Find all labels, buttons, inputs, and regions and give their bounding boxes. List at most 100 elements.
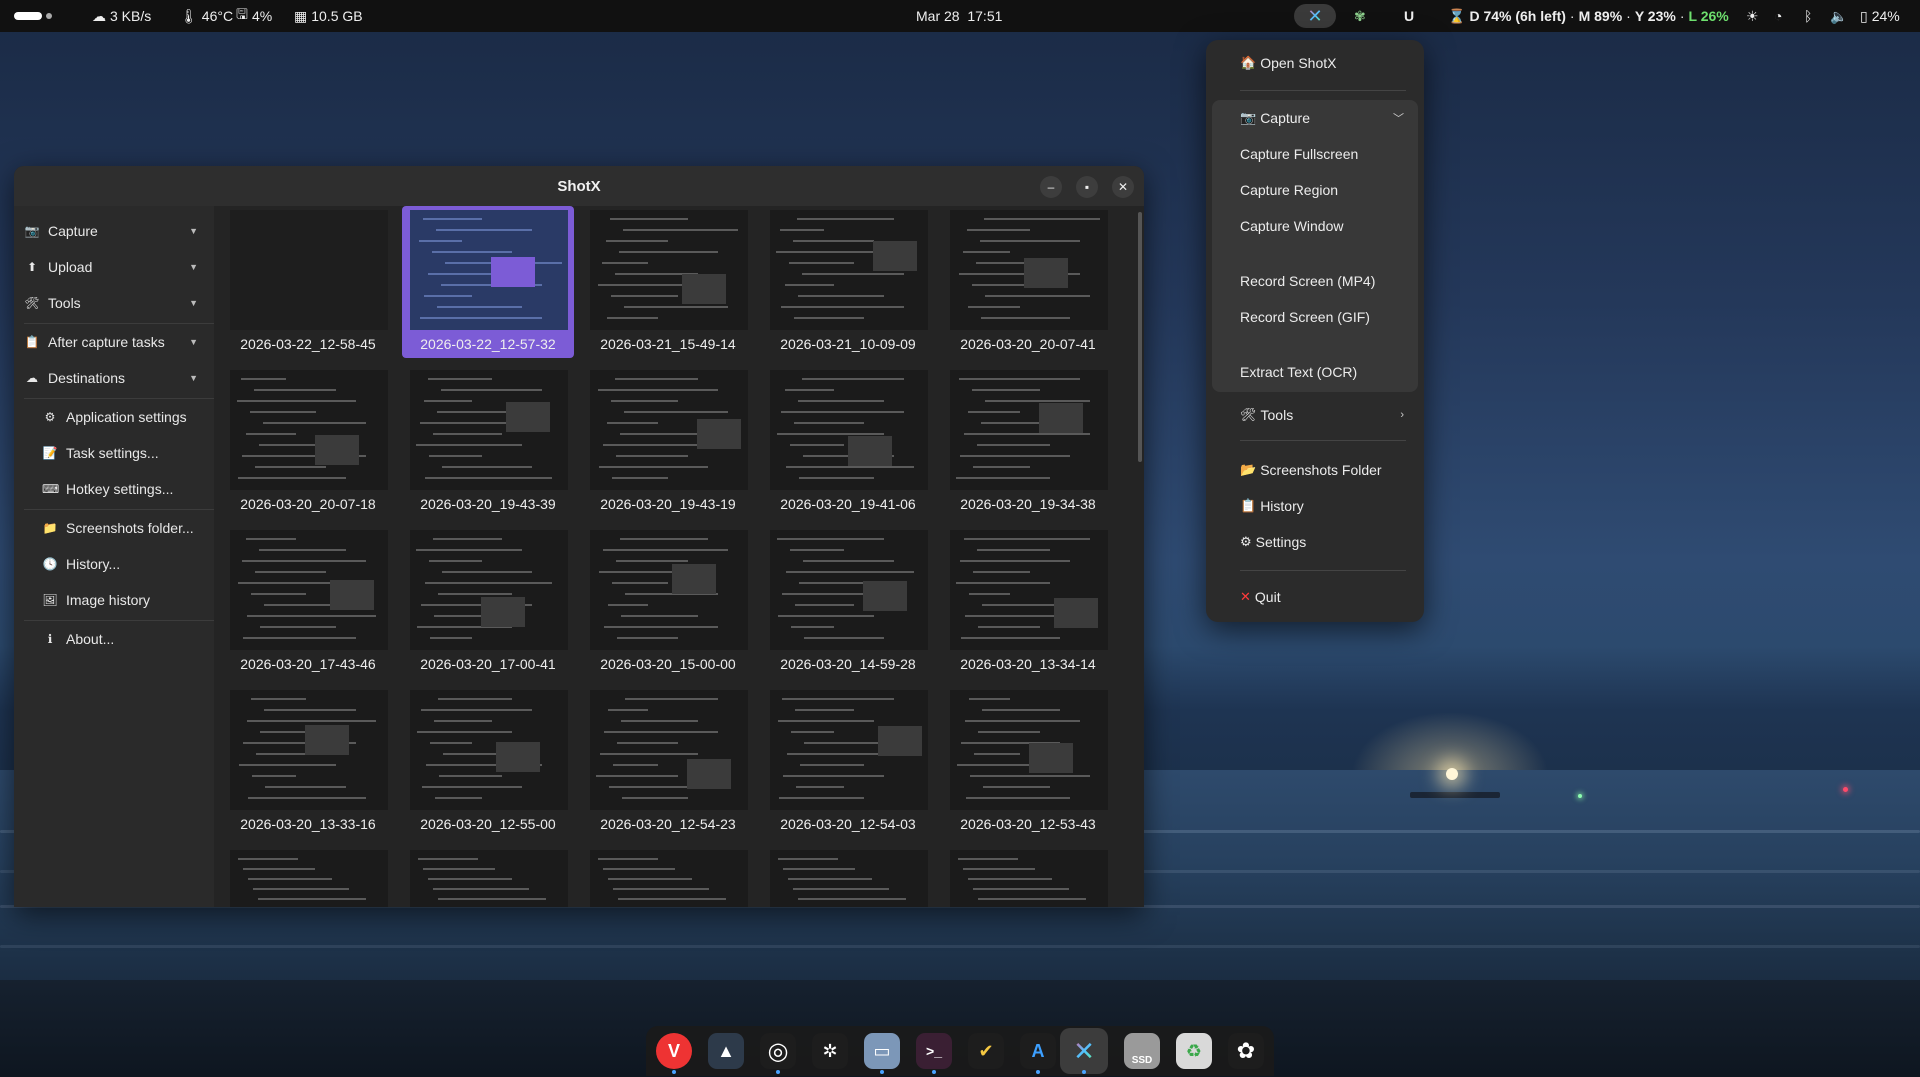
menu-record-mp4[interactable]: Record Screen (MP4)	[1206, 264, 1424, 298]
ssd-icon[interactable]: SSD	[1124, 1033, 1160, 1069]
thumbnail-line	[248, 878, 332, 880]
usage-indicator[interactable]: ⌛ D 74% (6h left) · M 89% · Y 23% · L 26…	[1448, 0, 1729, 32]
menu-tools[interactable]: 🛠 Tools ›	[1206, 398, 1424, 432]
target-icon[interactable]: ◎	[760, 1033, 796, 1069]
sidebar-item-app-settings[interactable]: ⚙ Application settings	[14, 400, 214, 434]
tray-icon-leaf[interactable]: ✾	[1354, 0, 1366, 32]
screenshot-item[interactable]: 2026-03-20_12-53-43	[942, 686, 1114, 838]
screenshot-item[interactable]: 2026-03-20_12-54-23	[582, 686, 754, 838]
sidebar-item-hotkey-settings[interactable]: ⌨ Hotkey settings...	[14, 472, 214, 506]
sidebar-item-destinations[interactable]: ☁ Destinations ▼	[14, 361, 214, 395]
screenshot-item[interactable]: 2026-03-20_20-07-41	[942, 206, 1114, 358]
network-speed[interactable]: ☁ 3 KB/s	[92, 0, 151, 32]
network-speed-value: 3 KB/s	[110, 8, 152, 24]
tray-icon-u[interactable]: U	[1404, 0, 1414, 32]
sidebar-divider	[24, 323, 214, 324]
screenshot-item[interactable]: 2026-03-20_14-59-28	[762, 526, 934, 678]
menu-open-shotx[interactable]: 🏠 Open ShotX	[1206, 46, 1424, 80]
screenshot-item[interactable]: 2026-03-20_19-34-38	[942, 366, 1114, 518]
screenshot-item[interactable]: 2026-03-20_17-00-41	[402, 526, 574, 678]
vivaldi-icon[interactable]: V	[656, 1033, 692, 1069]
workspace-indicator[interactable]	[14, 0, 52, 32]
temperature[interactable]: 🌡 46°C	[180, 0, 233, 32]
volume-icon: 🔈	[1830, 7, 1848, 24]
sidebar-item-after-capture[interactable]: 📋 After capture tasks ▼	[14, 325, 214, 359]
screenshot-item[interactable]: 2026-03-20_19-41-06	[762, 366, 934, 518]
menu-extract-text[interactable]: Extract Text (OCR)	[1206, 355, 1424, 389]
clock[interactable]: Mar 28 17:51	[916, 0, 1002, 32]
screenshot-item[interactable]: 2026-03-20_12-55-00	[402, 686, 574, 838]
sidebar-item-about[interactable]: ℹ About...	[14, 622, 214, 656]
maximize-button[interactable]: ▪	[1076, 176, 1098, 198]
check-icon[interactable]: ✔	[968, 1033, 1004, 1069]
sidebar-item-capture[interactable]: 📷 Capture ▼	[14, 214, 214, 248]
screenshot-item[interactable]: 2026-03-20_15-00-00	[582, 526, 754, 678]
screenshot-item[interactable]: 2026-03-20_19-43-39	[402, 366, 574, 518]
screenshot-thumbnail	[230, 530, 388, 650]
screenshot-item[interactable]: 2026-03-22_12-58-45	[222, 206, 394, 358]
thumbnail-line	[611, 400, 678, 402]
sidebar-item-tools[interactable]: 🛠 Tools ▼	[14, 286, 214, 320]
thumbnail-line	[600, 753, 698, 755]
screenshot-item[interactable]: 2026-03-21_15-49-14	[582, 206, 754, 358]
menu-screenshots-folder[interactable]: 📂 Screenshots Folder	[1206, 453, 1424, 487]
grid-scrollbar[interactable]	[1138, 212, 1142, 462]
sidebar-item-history[interactable]: 🕓 History...	[14, 547, 214, 581]
thumbnail-block	[848, 436, 892, 466]
screenshot-item[interactable]: 2026-03-20_19-43-19	[582, 366, 754, 518]
screenshot-item[interactable]: 2026-03-22_12-57-32	[402, 206, 574, 358]
menu-capture-window[interactable]: Capture Window	[1206, 209, 1424, 243]
text-editor-icon[interactable]: A	[1020, 1033, 1056, 1069]
thumbnail-line	[259, 549, 346, 551]
screenshot-item-partial[interactable]	[402, 846, 574, 907]
menu-settings[interactable]: ⚙ Settings	[1206, 525, 1424, 559]
minimize-button[interactable]: –	[1040, 176, 1062, 198]
screenshot-item[interactable]: 2026-03-20_17-43-46	[222, 526, 394, 678]
files-icon[interactable]: ▭	[864, 1033, 900, 1069]
menu-capture-region[interactable]: Capture Region	[1206, 173, 1424, 207]
sidebar-item-upload[interactable]: ⬆ Upload ▼	[14, 250, 214, 284]
screenshot-item[interactable]: 2026-03-20_13-33-16	[222, 686, 394, 838]
disk-usage[interactable]: 🖫 4%	[236, 0, 272, 32]
menu-history[interactable]: 📋 History	[1206, 489, 1424, 523]
screenshot-item[interactable]: 2026-03-20_13-34-14	[942, 526, 1114, 678]
shotx-dock-button[interactable]: ✕	[1066, 1033, 1102, 1069]
arch-icon[interactable]: ▲	[708, 1033, 744, 1069]
wifi-indicator[interactable]: ◔	[1774, 0, 1782, 32]
thumbnail-line	[428, 378, 492, 380]
memory-usage[interactable]: ▦ 10.5 GB	[294, 0, 363, 32]
settings-icon[interactable]: ✿	[1228, 1033, 1264, 1069]
thumbnail-line	[957, 764, 1040, 766]
thumbnail-line	[418, 858, 478, 860]
screenshot-item-partial[interactable]	[222, 846, 394, 907]
menu-capture[interactable]: 📷 Capture ﹀	[1206, 101, 1424, 135]
running-indicator	[672, 1070, 676, 1074]
sidebar-item-image-history[interactable]: 🖼 Image history	[14, 583, 214, 617]
shotx-tray-button[interactable]: ✕	[1294, 4, 1336, 28]
battery-indicator[interactable]: ▯ 24%	[1860, 0, 1900, 32]
brightness-indicator[interactable]: ☀	[1746, 0, 1759, 32]
minimize-icon: –	[1047, 180, 1055, 194]
close-button[interactable]: ✕	[1112, 176, 1134, 198]
volume-indicator[interactable]: 🔈	[1830, 0, 1847, 32]
sidebar-item-screenshots-folder[interactable]: 📁 Screenshots folder...	[14, 511, 214, 545]
terminal-icon[interactable]: >_	[916, 1033, 952, 1069]
sidebar-item-task-settings[interactable]: 📝 Task settings...	[14, 436, 214, 470]
thumbnail-block	[1029, 743, 1073, 773]
screenshot-item-partial[interactable]	[942, 846, 1114, 907]
screenshot-item[interactable]: 2026-03-20_12-54-03	[762, 686, 934, 838]
screenshot-item[interactable]: 2026-03-21_10-09-09	[762, 206, 934, 358]
shotx-icon: ✕	[1307, 5, 1323, 26]
menu-quit[interactable]: ✕ Quit	[1206, 580, 1424, 614]
menu-record-gif[interactable]: Record Screen (GIF)	[1206, 300, 1424, 334]
window-titlebar[interactable]: ShotX – ▪ ✕	[14, 166, 1144, 206]
screenshot-item-partial[interactable]	[762, 846, 934, 907]
thumbnail-line	[977, 444, 1050, 446]
menu-capture-fullscreen[interactable]: Capture Fullscreen	[1206, 137, 1424, 171]
screenshot-item[interactable]: 2026-03-20_20-07-18	[222, 366, 394, 518]
trash-icon[interactable]: ♻	[1176, 1033, 1212, 1069]
screenshot-item-partial[interactable]	[582, 846, 754, 907]
bluetooth-indicator[interactable]: ᛒ	[1804, 0, 1812, 32]
thumbnail-line	[422, 786, 522, 788]
network-icon[interactable]: ✲	[812, 1033, 848, 1069]
